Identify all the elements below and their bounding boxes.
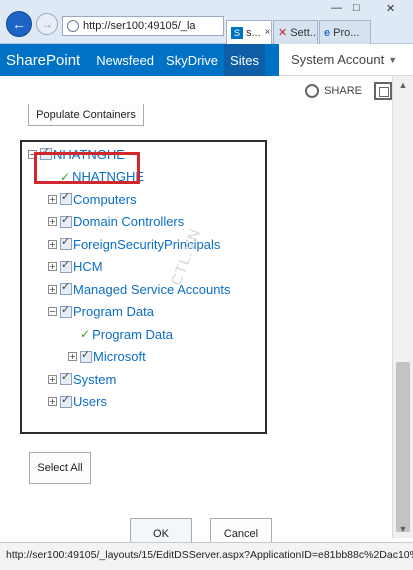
highlight-annotation	[34, 152, 140, 184]
tree-node-label[interactable]: System	[73, 372, 116, 387]
expand-icon[interactable]: +	[48, 262, 57, 271]
tree-checkbox[interactable]	[60, 303, 72, 318]
tree-node[interactable]: + Users	[48, 392, 107, 412]
tab-properties[interactable]: e Pro...	[319, 20, 371, 44]
tree-checkbox[interactable]	[60, 213, 72, 228]
tab-settings[interactable]: ✕ Sett...	[273, 20, 318, 44]
tree-checkbox[interactable]	[80, 348, 92, 363]
scroll-down-icon[interactable]: ▼	[393, 520, 413, 538]
ie-icon: e	[324, 26, 331, 39]
sharepoint-brand[interactable]: SharePoint	[0, 52, 80, 69]
expand-icon[interactable]: +	[48, 239, 57, 249]
share-label: SHARE	[324, 85, 362, 97]
tree-node[interactable]: + Microsoft	[68, 347, 146, 367]
tree-node-label[interactable]: Program Data	[92, 327, 173, 342]
expand-icon[interactable]: +	[68, 352, 77, 361]
arrow-left-icon: ←	[12, 16, 26, 32]
tree-node[interactable]: + System	[48, 369, 116, 389]
container-tree: −NHATNGHE✓NHATNGHE+Computers+Domain Cont…	[20, 140, 267, 434]
status-bar: http://ser100:49105/_layouts/15/EditDSSe…	[0, 542, 413, 570]
scroll-thumb[interactable]	[396, 362, 410, 532]
checkmark-icon: ✓	[80, 327, 91, 341]
maximize-icon[interactable]: □	[353, 2, 360, 14]
share-button[interactable]: SHARE	[305, 84, 362, 98]
tree-node[interactable]: − Program Data	[48, 302, 154, 322]
tab-label: Pro...	[333, 26, 360, 39]
account-menu[interactable]: System Account ▼	[279, 44, 413, 76]
account-name: System Account	[291, 52, 385, 67]
tree-node-label[interactable]: Managed Service Accounts	[73, 282, 231, 297]
page-icon	[67, 20, 79, 32]
expand-icon[interactable]: +	[48, 284, 57, 294]
back-button[interactable]: ←	[6, 11, 32, 37]
populate-containers-button[interactable]: Populate Containers	[28, 104, 144, 126]
tree-checkbox[interactable]	[60, 370, 72, 385]
tree-node[interactable]: + Domain Controllers	[48, 212, 184, 232]
close-icon[interactable]: ×	[265, 27, 271, 38]
expand-icon[interactable]: +	[48, 217, 57, 226]
tree-node-label[interactable]: Computers	[73, 192, 137, 207]
sharepoint-icon: S	[231, 26, 243, 39]
tree-node-label[interactable]: Domain Controllers	[73, 214, 184, 229]
expand-icon[interactable]: +	[48, 374, 57, 384]
ribbon: SHARE	[0, 76, 392, 106]
tab-label: s...	[246, 26, 261, 39]
tree-node-label[interactable]: Users	[73, 394, 107, 409]
focus-on-content-icon[interactable]	[374, 82, 392, 100]
tree-node[interactable]: + Managed Service Accounts	[48, 279, 231, 299]
tree-node[interactable]: + Computers	[48, 189, 137, 209]
chevron-down-icon: ▼	[388, 54, 398, 65]
settings-x-icon: ✕	[278, 27, 288, 39]
share-icon	[305, 84, 320, 98]
select-all-button[interactable]: Select All	[29, 452, 91, 484]
expand-icon[interactable]: +	[48, 397, 57, 406]
tree-node[interactable]: ✓ Program Data	[80, 324, 173, 344]
tree-node[interactable]: + HCM	[48, 257, 103, 277]
suite-link-newsfeed[interactable]: Newsfeed	[90, 44, 160, 76]
tree-checkbox[interactable]	[60, 258, 72, 273]
arrow-right-icon: →	[41, 17, 53, 31]
address-bar[interactable]: http://ser100:49105/_la	[62, 16, 224, 36]
tab-label: Sett...	[290, 26, 318, 39]
address-text: http://ser100:49105/_la	[83, 20, 196, 32]
browser-title-bar: ← → http://ser100:49105/_la S s... × ✕ S…	[0, 0, 413, 44]
suite-link-sites[interactable]: Sites	[224, 44, 265, 76]
suite-link-skydrive[interactable]: SkyDrive	[160, 44, 224, 76]
tree-checkbox[interactable]	[60, 190, 72, 205]
tree-node-label[interactable]: Program Data	[73, 304, 154, 319]
tree-node-label[interactable]: Microsoft	[93, 349, 146, 364]
tree-checkbox[interactable]	[60, 393, 72, 408]
vertical-scrollbar[interactable]: ▲ ▼	[392, 76, 413, 538]
expand-icon[interactable]: +	[48, 194, 57, 204]
suite-bar: SharePoint Newsfeed SkyDrive Sites Syste…	[0, 44, 413, 76]
scroll-up-icon[interactable]: ▲	[393, 76, 413, 94]
tree-node-label[interactable]: HCM	[73, 259, 103, 274]
tree-checkbox[interactable]	[60, 280, 72, 295]
forward-button[interactable]: →	[36, 13, 58, 35]
minimize-icon[interactable]: —	[331, 2, 342, 14]
tab-sharepoint[interactable]: S s... ×	[226, 20, 272, 44]
tree-checkbox[interactable]	[60, 235, 72, 250]
window-close-icon[interactable]: ✕	[386, 2, 395, 15]
collapse-icon[interactable]: −	[48, 307, 57, 316]
